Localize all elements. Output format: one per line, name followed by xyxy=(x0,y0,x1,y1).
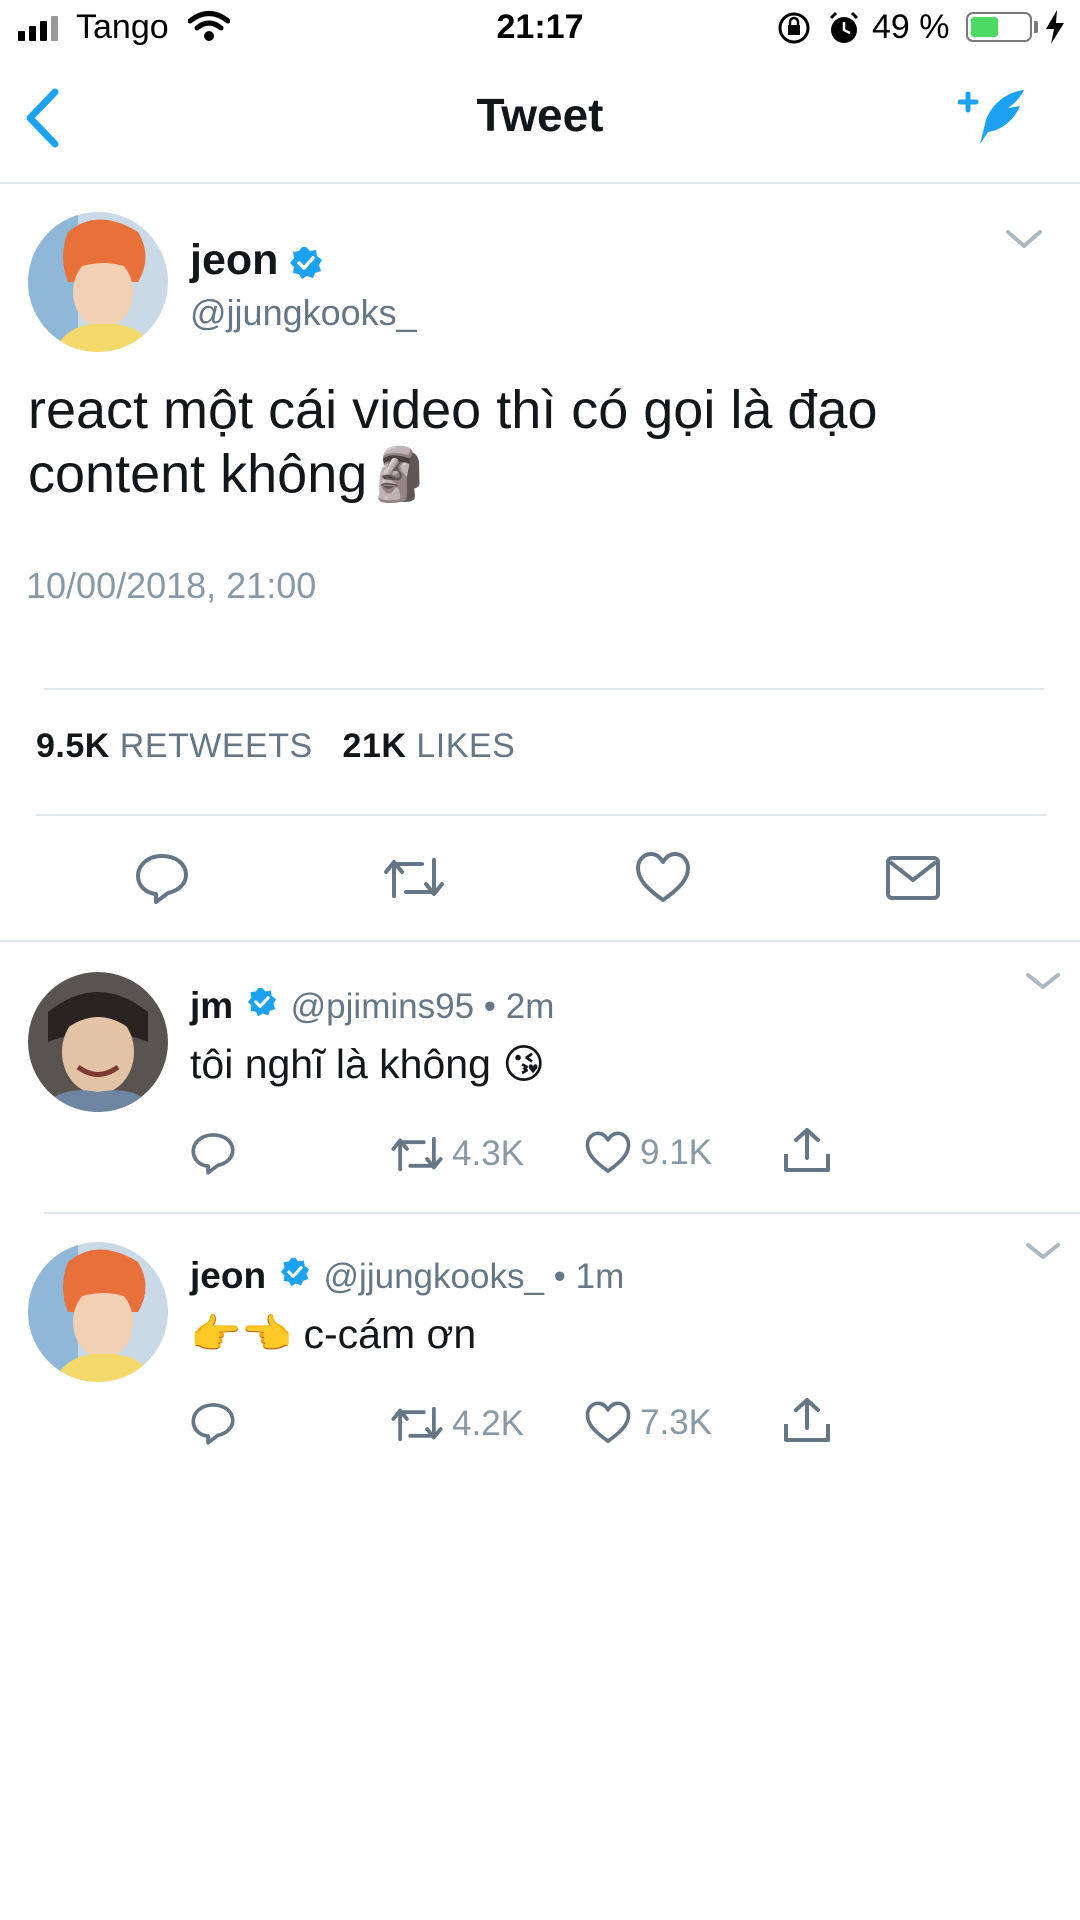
reply-options-button[interactable] xyxy=(1024,1240,1062,1267)
reply-icon xyxy=(136,854,188,904)
battery-icon xyxy=(966,12,1032,42)
share-icon xyxy=(784,1398,830,1442)
tweet-author[interactable]: jeon xyxy=(190,236,323,285)
like-button[interactable]: 9.1K xyxy=(584,1130,712,1176)
verified-badge-icon xyxy=(247,986,277,1026)
reply-author-name[interactable]: jeon xyxy=(190,1255,266,1296)
reply-meta: jm @pjimins95 • 2m xyxy=(190,985,554,1027)
retweet-icon xyxy=(384,858,444,898)
status-bar: Tango 21:17 49 % xyxy=(0,0,1080,58)
reply-text: tôi nghĩ là không 😘 xyxy=(190,1040,545,1088)
message-icon xyxy=(886,856,940,900)
battery-percent: 49 % xyxy=(872,8,950,46)
retweet-icon xyxy=(391,1136,443,1172)
avatar[interactable] xyxy=(28,1242,168,1382)
tweet-timestamp: 10/00/2018, 21:00 xyxy=(26,565,317,606)
reply-text: 👉👈 c-cám ơn xyxy=(190,1310,476,1359)
message-button[interactable] xyxy=(884,852,942,904)
reply-button[interactable] xyxy=(190,1130,236,1181)
nav-divider xyxy=(0,182,1080,184)
like-icon xyxy=(585,1131,631,1173)
likes-label[interactable]: LIKES xyxy=(416,727,515,765)
chevron-down-icon xyxy=(1026,1243,1060,1259)
battery-level xyxy=(971,17,998,37)
divider xyxy=(44,688,1044,690)
moai-emoji: 🗿 xyxy=(367,445,433,505)
like-button[interactable] xyxy=(634,850,692,906)
reply-author-name[interactable]: jm xyxy=(190,985,233,1026)
compose-tweet-icon xyxy=(957,90,1024,144)
tweet-stats: 9.5K RETWEETS 21K LIKES xyxy=(36,727,515,766)
share-icon xyxy=(784,1128,830,1172)
author-name: jeon xyxy=(190,236,279,284)
author-handle: @jjungkooks_ xyxy=(190,292,417,333)
tweet-options-button[interactable] xyxy=(1004,226,1044,257)
charging-icon xyxy=(1044,10,1066,49)
reply-icon xyxy=(191,1133,235,1175)
chevron-down-icon xyxy=(1026,973,1060,989)
reply-text-body: tôi nghĩ là không xyxy=(190,1041,491,1087)
avatar-image xyxy=(28,972,168,1112)
reply-options-button[interactable] xyxy=(1024,970,1062,997)
reply-meta: jeon @jjungkooks_ • 1m xyxy=(190,1255,624,1297)
like-icon xyxy=(585,1401,631,1443)
reply-time: • 2m xyxy=(483,987,555,1026)
tweet-text-line1: react một cái video thì có gọi là đạo xyxy=(28,380,878,440)
retweet-count: 4.3K xyxy=(452,1134,524,1173)
kiss-emoji: 😘 xyxy=(502,1040,546,1088)
retweet-icon xyxy=(391,1406,443,1442)
tweet-text-line2: content không xyxy=(28,444,368,504)
retweet-button[interactable]: 4.3K xyxy=(390,1132,524,1176)
share-button[interactable] xyxy=(782,1396,832,1451)
retweets-count[interactable]: 9.5K xyxy=(36,727,110,765)
compose-tweet-button[interactable] xyxy=(957,86,1030,155)
avatar[interactable] xyxy=(28,972,168,1112)
like-icon xyxy=(636,852,690,902)
divider xyxy=(36,814,1046,816)
page-title: Tweet xyxy=(476,89,604,141)
retweet-button[interactable] xyxy=(382,852,446,904)
reply-icon xyxy=(191,1403,235,1445)
alarm-icon xyxy=(826,10,862,51)
reply-time: • 1m xyxy=(553,1257,625,1296)
reply-button[interactable] xyxy=(190,1400,236,1451)
retweet-button[interactable]: 4.2K xyxy=(390,1402,524,1446)
retweet-count: 4.2K xyxy=(452,1404,524,1443)
like-count: 9.1K xyxy=(640,1133,712,1172)
like-count: 7.3K xyxy=(640,1403,712,1442)
avatar-image xyxy=(28,212,168,352)
rotation-lock-icon xyxy=(776,10,812,51)
share-button[interactable] xyxy=(782,1126,832,1181)
likes-count[interactable]: 21K xyxy=(343,727,407,765)
avatar-image xyxy=(28,1242,168,1382)
chevron-down-icon xyxy=(1006,230,1042,248)
reply-author-handle[interactable]: @jjungkooks_ xyxy=(324,1257,544,1296)
tweet-text: react một cái video thì có gọi là đạo co… xyxy=(28,378,1028,507)
verified-badge-icon xyxy=(289,246,323,285)
avatar[interactable] xyxy=(28,212,168,352)
reply-text-body: c-cám ơn xyxy=(303,1311,477,1357)
reply-button[interactable] xyxy=(134,850,190,906)
verified-badge-icon xyxy=(280,1256,310,1296)
reply-author-handle[interactable]: @pjimins95 xyxy=(291,987,474,1026)
pointing-fingers-emoji: 👉👈 xyxy=(190,1310,293,1358)
retweets-label[interactable]: RETWEETS xyxy=(120,727,313,765)
like-button[interactable]: 7.3K xyxy=(584,1400,712,1446)
battery-tip xyxy=(1034,21,1038,33)
